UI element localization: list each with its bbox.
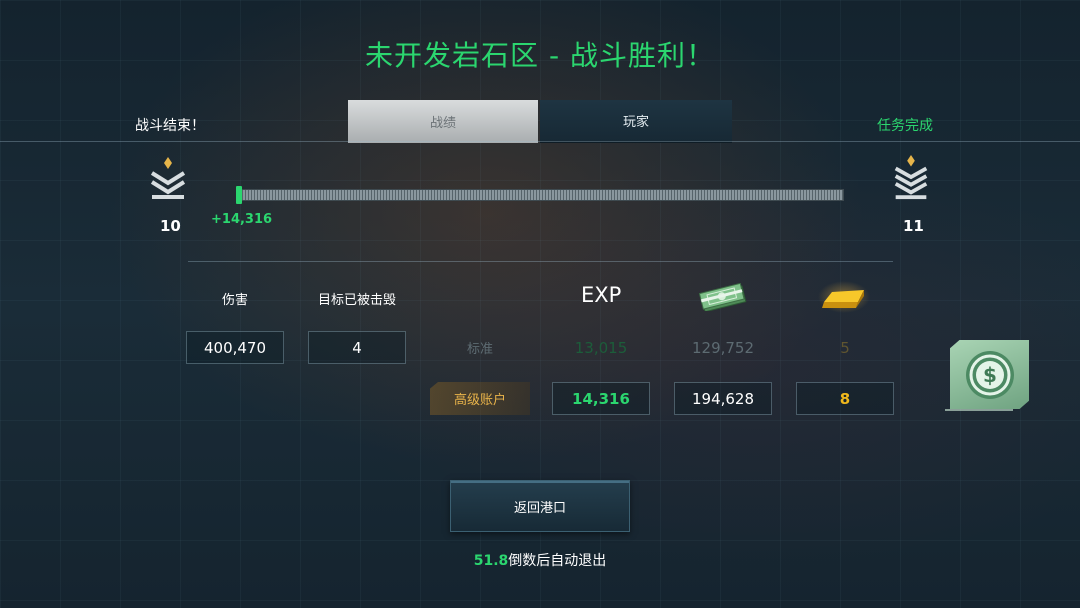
standard-exp-value: 13,015 (574, 338, 628, 357)
destroyed-value: 4 (308, 331, 406, 364)
countdown-text: 倒数后自动退出 (508, 553, 607, 569)
current-rank-number: 10 (160, 217, 181, 235)
xp-progress-bar (236, 189, 844, 201)
premium-credits-value: 194,628 (674, 382, 772, 415)
tab-players[interactable]: 玩家 (540, 100, 732, 143)
standard-row-label: 标准 (466, 342, 493, 357)
xp-gained-label: +14,316 (211, 212, 273, 227)
damage-value: 400,470 (186, 331, 284, 364)
gold-bar-icon (818, 281, 870, 313)
next-rank-chevron-icon (894, 155, 928, 200)
next-rank-number: 11 (903, 217, 924, 235)
premium-gold-value: 8 (796, 382, 894, 415)
divider (0, 141, 1080, 142)
countdown-seconds: 51.8 (473, 553, 509, 569)
standard-credits-value: 129,752 (691, 338, 755, 357)
premium-shop-button[interactable]: $ (950, 340, 1029, 409)
destroyed-header: 目标已被击毁 (318, 293, 397, 308)
exp-header: EXP (581, 283, 622, 307)
auto-exit-countdown: 51.8倒数后自动退出 (0, 550, 1080, 570)
tab-stats[interactable]: 战绩 (348, 100, 538, 143)
xp-progress-fill (236, 186, 242, 204)
mission-complete-label: 任务完成 (877, 118, 933, 134)
battle-over-label: 战斗结束！ (135, 118, 205, 134)
money-icon (698, 283, 747, 311)
premium-exp-value: 14,316 (552, 382, 650, 415)
standard-gold-value: 5 (840, 338, 850, 357)
return-to-port-button[interactable]: 返回港口 (450, 480, 630, 532)
battle-result-title: 未开发岩石区 - 战斗胜利！ (365, 39, 715, 72)
divider (945, 409, 1013, 411)
rank-chevron-icon (150, 157, 186, 199)
svg-text:$: $ (983, 363, 997, 387)
damage-header: 伤害 (222, 293, 249, 308)
divider (188, 261, 893, 262)
premium-row-label: 高级账户 (430, 382, 530, 415)
dollar-coin-icon: $ (965, 350, 1014, 399)
